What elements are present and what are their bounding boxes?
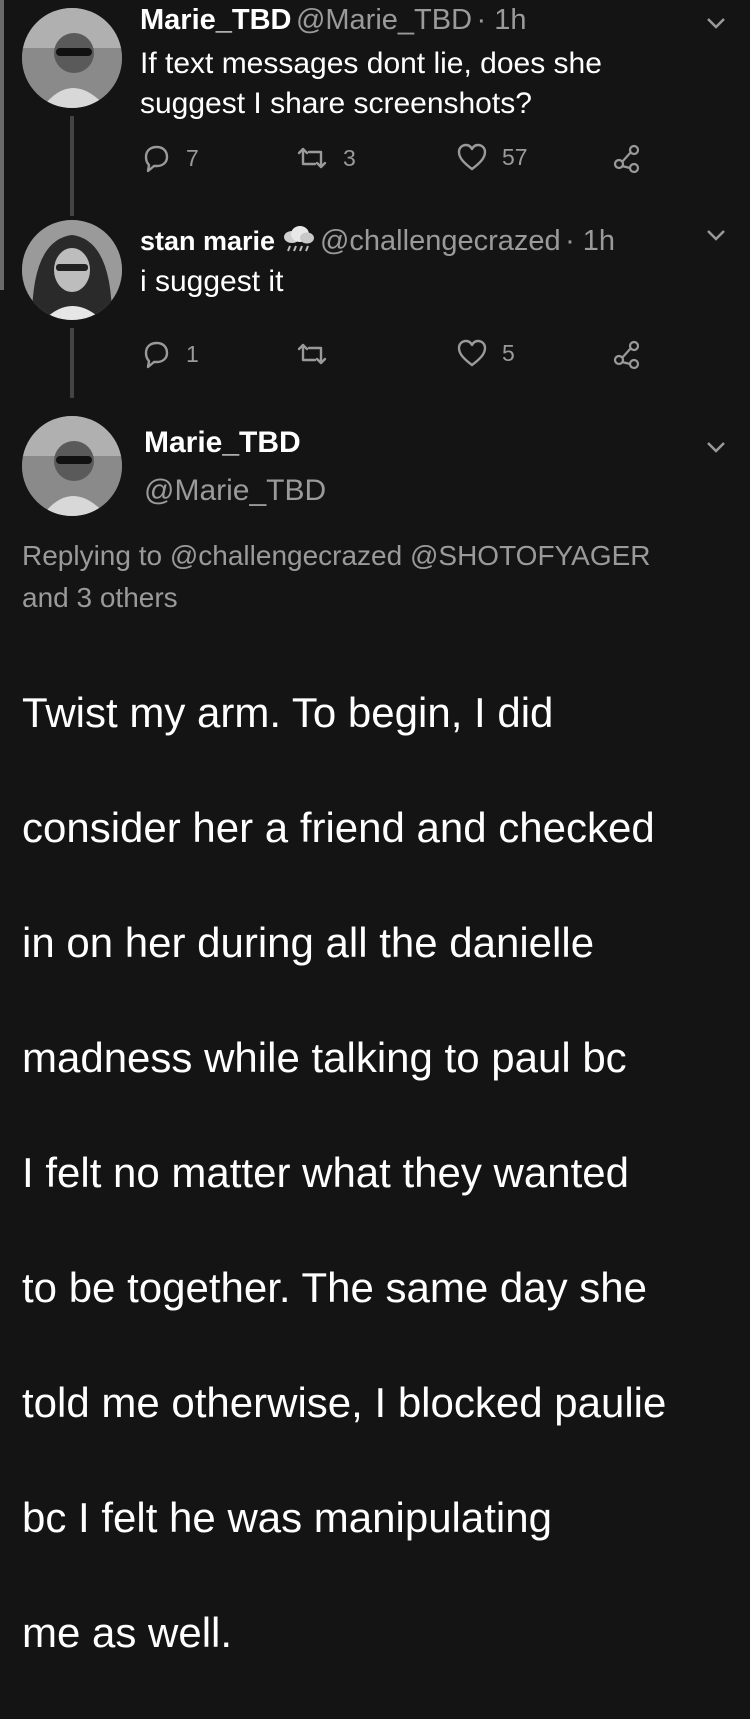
reply-icon [144, 341, 169, 369]
reply-button[interactable]: 1 [140, 338, 199, 370]
reply-button[interactable]: 7 [140, 142, 199, 174]
tweet-text: If text messages dont lie, does she sugg… [140, 47, 602, 120]
retweet-button[interactable] [295, 338, 343, 370]
like-button[interactable]: 57 [456, 142, 528, 172]
reply-count: 1 [186, 340, 199, 367]
user-handle[interactable]: @Marie_TBD [296, 4, 472, 36]
like-icon [457, 339, 487, 367]
thread-line [70, 328, 74, 398]
like-icon [457, 143, 487, 171]
like-count: 5 [502, 339, 515, 366]
retweet-icon [297, 147, 327, 169]
timestamp: · 1h [476, 4, 527, 36]
reply-icon [144, 145, 169, 173]
tweet-actions: 1 5 [140, 338, 660, 378]
reply-count: 7 [186, 144, 199, 171]
chevron-down-icon[interactable] [703, 222, 729, 248]
share-icon [613, 340, 640, 370]
like-count: 57 [502, 143, 528, 170]
tweet-text: i suggest it [140, 265, 284, 298]
avatar[interactable] [22, 220, 122, 320]
scrollbar[interactable] [0, 0, 4, 290]
tweet-actions: 7 3 57 [140, 142, 660, 182]
chevron-down-icon[interactable] [703, 434, 729, 460]
chevron-down-icon[interactable] [703, 10, 729, 36]
avatar[interactable] [22, 416, 122, 516]
cloud-with-rain-icon [283, 226, 314, 252]
share-icon [613, 144, 640, 174]
like-button[interactable]: 5 [456, 338, 515, 368]
display-name[interactable]: stan marie [140, 226, 275, 256]
timestamp: · 1h [565, 225, 616, 257]
replying-to[interactable]: Replying to @challengecrazed @SHOTOFYAGE… [22, 535, 651, 619]
share-button[interactable] [610, 338, 642, 370]
share-button[interactable] [610, 142, 642, 174]
thread-line [70, 116, 74, 216]
avatar[interactable] [22, 8, 122, 108]
tweet-body: Twist my arm. To begin, I did consider h… [22, 688, 667, 1656]
retweet-count: 3 [343, 144, 356, 171]
display-name[interactable]: Marie_TBD [144, 426, 301, 460]
retweet-icon [297, 343, 327, 365]
user-handle[interactable]: @Marie_TBD [144, 474, 326, 508]
retweet-button[interactable]: 3 [295, 142, 356, 174]
display-name[interactable]: Marie_TBD [140, 4, 292, 36]
user-handle[interactable]: @challengecrazed [320, 225, 561, 257]
